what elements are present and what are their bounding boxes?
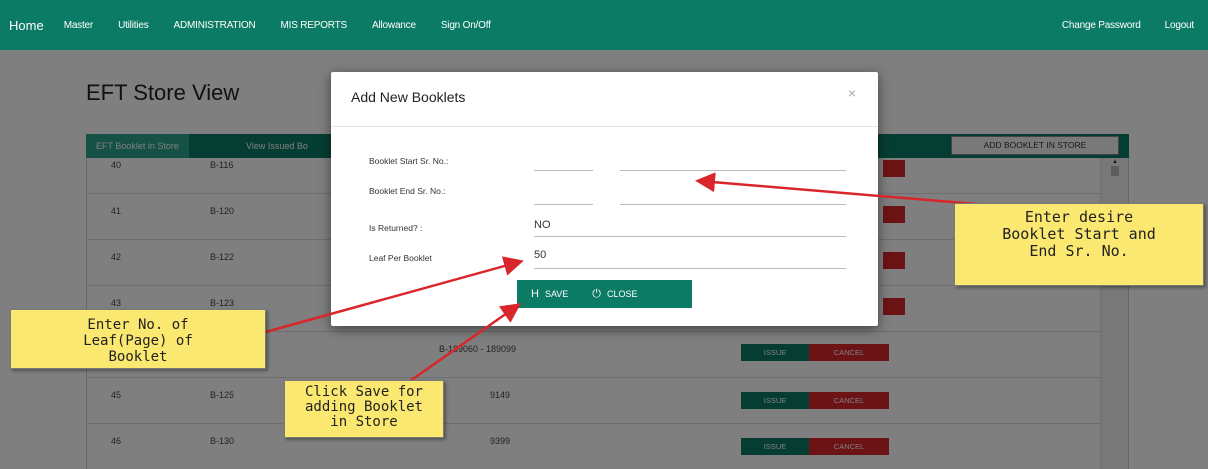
callout-leaf-per-booklet: Enter No. of Leaf(Page) of Booklet	[10, 309, 266, 369]
modal-close-icon[interactable]: ×	[848, 85, 856, 101]
booklet-end-prefix-input[interactable]	[534, 204, 593, 205]
callout-click-save: Click Save for adding Booklet in Store	[284, 380, 444, 438]
is-returned-value[interactable]: NO	[534, 219, 551, 231]
callout-booklet-line-3: End Sr. No.	[1029, 242, 1129, 260]
top-navbar: Home Master Utilities ADMINISTRATION MIS…	[0, 0, 1208, 50]
nav-change-password-link[interactable]: Change Password	[1062, 20, 1141, 31]
nav-item-administration[interactable]: ADMINISTRATION	[174, 20, 256, 31]
add-new-booklets-modal: Add New Booklets × Booklet Start Sr. No.…	[331, 72, 878, 326]
nav-home-link[interactable]: Home	[9, 18, 44, 33]
nav-item-mis-reports[interactable]: MIS REPORTS	[281, 20, 348, 31]
close-label: CLOSE	[607, 289, 638, 299]
callout-leaf-line-3: Booklet	[108, 349, 168, 365]
callout-leaf-line-1: Enter No. of	[87, 317, 189, 333]
leaf-per-booklet-input[interactable]: 50	[534, 249, 546, 261]
save-icon: H	[531, 288, 539, 300]
nav-item-sign-on-off[interactable]: Sign On/Off	[441, 20, 491, 31]
nav-item-master[interactable]: Master	[64, 20, 94, 31]
callout-save-line-1: Click Save for	[304, 384, 423, 400]
nav-logout-link[interactable]: Logout	[1165, 20, 1195, 31]
is-returned-underline	[534, 236, 846, 237]
booklet-start-prefix-input[interactable]	[534, 170, 593, 171]
leaf-per-booklet-label: Leaf Per Booklet	[369, 253, 432, 263]
save-label: SAVE	[544, 289, 569, 299]
booklet-end-number-input[interactable]	[620, 204, 846, 205]
callout-save-line-2: adding Booklet	[304, 399, 423, 415]
nav-left: Home Master Utilities ADMINISTRATION MIS…	[0, 0, 516, 50]
leaf-per-booklet-underline	[534, 268, 846, 269]
modal-title: Add New Booklets	[351, 89, 466, 105]
callout-booklet-line-1: Enter desire	[1024, 208, 1134, 226]
power-icon: ⏻	[592, 287, 601, 300]
callout-booklet-line-2: Booklet Start and	[1002, 225, 1156, 243]
is-returned-label: Is Returned? :	[369, 223, 423, 233]
booklet-end-label: Booklet End Sr. No.:	[369, 186, 446, 196]
modal-divider	[331, 126, 878, 127]
booklet-start-number-input[interactable]	[620, 170, 846, 171]
nav-item-utilities[interactable]: Utilities	[118, 20, 149, 31]
nav-item-allowance[interactable]: Allowance	[372, 20, 416, 31]
callout-save-line-3: in Store	[330, 414, 398, 430]
booklet-start-label: Booklet Start Sr. No.:	[369, 156, 449, 166]
callout-leaf-line-2: Leaf(Page) of	[83, 333, 193, 349]
callout-booklet-range: Enter desire Booklet Start and End Sr. N…	[954, 203, 1204, 286]
nav-right: Change Password Logout	[1038, 20, 1208, 31]
modal-actions: H SAVE ⏻ CLOSE	[517, 280, 692, 308]
save-button[interactable]: H SAVE	[531, 288, 568, 300]
close-button[interactable]: ⏻ CLOSE	[592, 288, 637, 301]
